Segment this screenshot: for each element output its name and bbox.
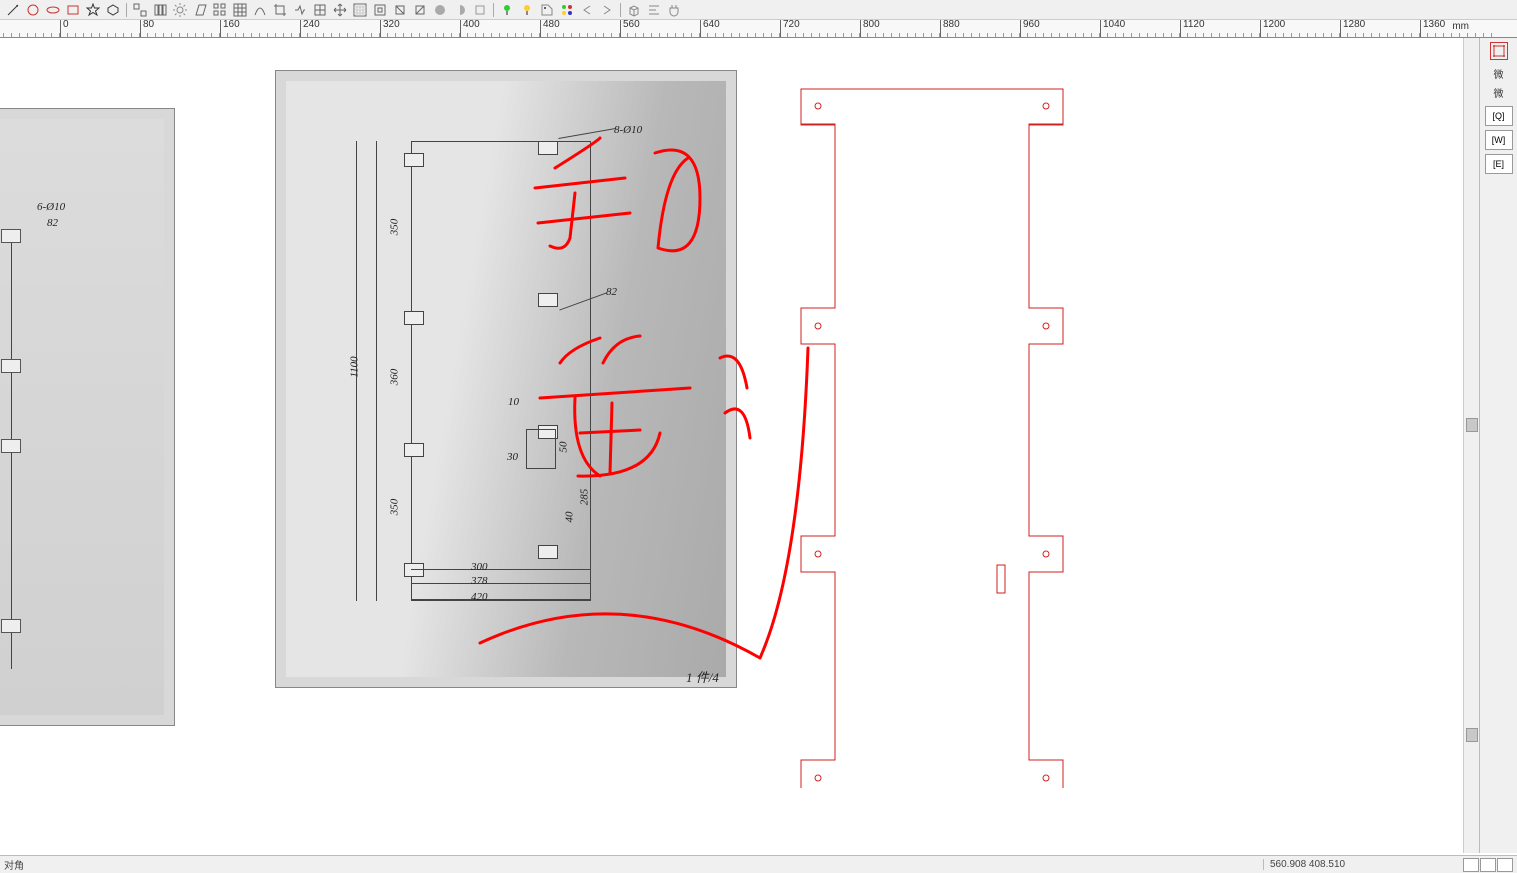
toolbar: [0, 0, 1517, 20]
sheet-count: 1 件/4: [686, 667, 719, 686]
scrollbar-vertical[interactable]: [1463, 38, 1479, 853]
ruler-tick: 720: [780, 20, 800, 38]
dimension: 360: [388, 369, 400, 386]
layer-yellow-icon[interactable]: [518, 2, 536, 18]
status-btn-3[interactable]: [1497, 858, 1513, 872]
panel-label-2: 微: [1480, 83, 1517, 102]
tool-shape1-icon[interactable]: [371, 2, 389, 18]
tool-line-icon[interactable]: [4, 2, 22, 18]
ruler-tick: 800: [860, 20, 880, 38]
embedded-photo-2[interactable]: 8-Ø10 82 350 1100 360 350 50 40 285 300 …: [275, 70, 737, 688]
ruler-horizontal: 8007206405604804003202401608008016024032…: [0, 20, 1517, 38]
status-btn-1[interactable]: [1463, 858, 1479, 872]
dim-callout: 6-Ø10: [37, 201, 65, 213]
ruler-tick: 240: [300, 20, 320, 38]
tool-array-icon[interactable]: [211, 2, 229, 18]
tool-grid4-icon[interactable]: [351, 2, 369, 18]
ruler-tick: 1280: [1340, 20, 1365, 38]
tool-cluster-icon[interactable]: [558, 2, 576, 18]
tool-plug-icon[interactable]: [665, 2, 683, 18]
tool-arrow-right-icon[interactable]: [598, 2, 616, 18]
tool-skew-icon[interactable]: [191, 2, 209, 18]
ruler-tick: 1120: [1180, 20, 1205, 38]
dim-callout: 82: [47, 217, 58, 229]
status-btn-2[interactable]: [1480, 858, 1496, 872]
dimension: 350: [388, 219, 400, 236]
ruler-tick: 320: [380, 20, 400, 38]
ruler-tick: 1360: [1420, 20, 1445, 38]
ruler-tick: 640: [700, 20, 720, 38]
cad-part-outline-2[interactable]: [800, 88, 1070, 788]
dimension: 1100: [349, 356, 361, 377]
layer-green-icon[interactable]: [498, 2, 516, 18]
tool-half-icon[interactable]: [451, 2, 469, 18]
tool-break-icon[interactable]: [291, 2, 309, 18]
panel-label-1: 微: [1480, 64, 1517, 83]
tool-shape3-icon[interactable]: [411, 2, 429, 18]
embedded-photo-1[interactable]: 6-Ø10 82 50 155 40: [0, 108, 175, 726]
panel-btn-e[interactable]: [E]: [1485, 154, 1513, 174]
tool-move-icon[interactable]: [331, 2, 349, 18]
dimension: 40: [564, 512, 576, 523]
ruler-tick: 880: [940, 20, 960, 38]
tool-sun-icon[interactable]: [171, 2, 189, 18]
tool-grid3-icon[interactable]: [311, 2, 329, 18]
tool-crop-icon[interactable]: [271, 2, 289, 18]
tool-arc-icon[interactable]: [251, 2, 269, 18]
tool-group-icon[interactable]: [131, 2, 149, 18]
right-panel: 微 微 [Q] [W] [E]: [1479, 38, 1517, 853]
ruler-tick: 480: [540, 20, 560, 38]
dimension: 50: [558, 442, 570, 453]
select-mode-icon[interactable]: [1490, 42, 1508, 60]
panel-btn-q[interactable]: [Q]: [1485, 106, 1513, 126]
ruler-tick: 560: [620, 20, 640, 38]
tool-square-icon[interactable]: [471, 2, 489, 18]
tool-ellipse-icon[interactable]: [44, 2, 62, 18]
tool-rect-icon[interactable]: [64, 2, 82, 18]
tool-star-icon[interactable]: [84, 2, 102, 18]
dim-callout: 8-Ø10: [614, 124, 642, 136]
panel-btn-w[interactable]: [W]: [1485, 130, 1513, 150]
tool-columns-icon[interactable]: [151, 2, 169, 18]
status-buttons: [1463, 858, 1517, 872]
dimension: 30: [507, 451, 518, 463]
toolbar-separator: [126, 3, 127, 17]
tool-align-icon[interactable]: [645, 2, 663, 18]
status-left-text: 对角: [0, 857, 1263, 872]
ruler-tick: 160: [220, 20, 240, 38]
ruler-tick: 960: [1020, 20, 1040, 38]
statusbar: 对角 560.908 408.510: [0, 855, 1517, 873]
toolbar-separator: [493, 3, 494, 17]
canvas[interactable]: 6-Ø10 82 50 155 40: [0, 38, 1479, 853]
dim-callout: 82: [606, 286, 617, 298]
tool-polygon-icon[interactable]: [104, 2, 122, 18]
toolbar-separator: [620, 3, 621, 17]
ruler-unit: mm: [1452, 21, 1469, 32]
dimension: 420: [471, 591, 488, 603]
ruler-tick: 400: [460, 20, 480, 38]
status-coordinates: 560.908 408.510: [1263, 859, 1463, 870]
tool-tag-icon[interactable]: [538, 2, 556, 18]
dimension: 10: [508, 396, 519, 408]
ruler-tick: 80: [140, 20, 154, 38]
ruler-tick: 0: [60, 20, 69, 38]
ruler-tick: 1200: [1260, 20, 1285, 38]
dimension: 350: [388, 499, 400, 516]
dimension: 378: [471, 575, 488, 587]
tool-grid-icon[interactable]: [231, 2, 249, 18]
tool-arrow-left-icon[interactable]: [578, 2, 596, 18]
tool-circle2-icon[interactable]: [431, 2, 449, 18]
ruler-tick: 1040: [1100, 20, 1125, 38]
dimension: 300: [471, 561, 488, 573]
dimension: 285: [578, 489, 590, 506]
tool-shape2-icon[interactable]: [391, 2, 409, 18]
tool-3dbox-icon[interactable]: [625, 2, 643, 18]
tool-circle-icon[interactable]: [24, 2, 42, 18]
